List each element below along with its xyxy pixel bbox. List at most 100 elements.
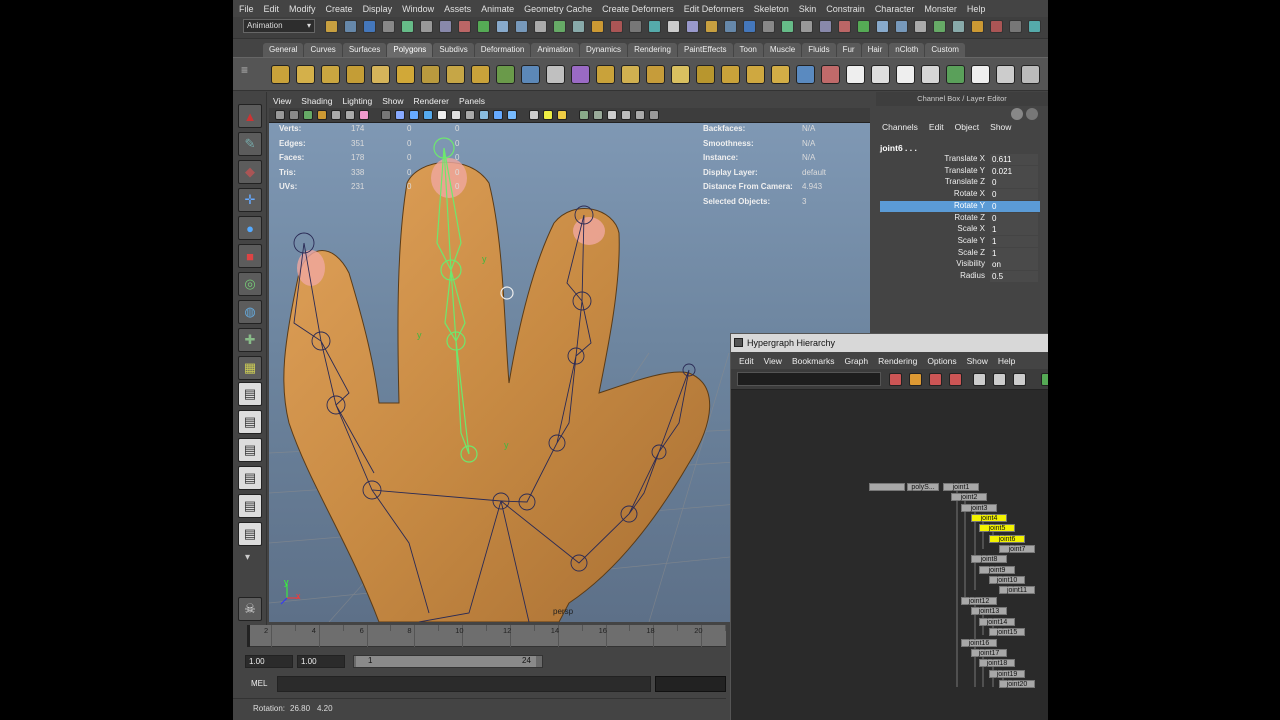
hierarchy-node[interactable]: joint16: [961, 639, 997, 647]
menu-file[interactable]: File: [239, 4, 254, 14]
four-view-icon[interactable]: ▤: [238, 410, 262, 434]
shelf-tool-icon[interactable]: [696, 65, 715, 84]
paint-select-icon[interactable]: ◆: [238, 160, 262, 184]
viewport-toolbar-icon[interactable]: [303, 110, 313, 120]
shelf-tool-icon[interactable]: [946, 65, 965, 84]
shelf-tool-icon[interactable]: [1021, 65, 1040, 84]
status-line-icon[interactable]: [952, 20, 965, 33]
viewport-toolbar-icon[interactable]: [409, 110, 419, 120]
single-view-icon[interactable]: ▤: [238, 382, 262, 406]
hierarchy-node[interactable]: joint18: [979, 659, 1015, 667]
hypergraph-menu-view[interactable]: View: [764, 356, 782, 366]
channel-value[interactable]: 0.5: [990, 271, 1038, 282]
status-line-icon[interactable]: [743, 20, 756, 33]
channel-row-translate-y[interactable]: Translate Y 0.021: [880, 165, 1040, 177]
menu-modify[interactable]: Modify: [289, 4, 316, 14]
viewport-menu-renderer[interactable]: Renderer: [414, 96, 449, 106]
status-line-icon[interactable]: [933, 20, 946, 33]
channel-box-menu-object[interactable]: Object: [955, 122, 980, 136]
menu-skeleton[interactable]: Skeleton: [754, 4, 789, 14]
menu-constrain[interactable]: Constrain: [826, 4, 865, 14]
select-tool-icon[interactable]: ▲: [238, 104, 262, 128]
shelf-tool-icon[interactable]: [646, 65, 665, 84]
shelf-tab-muscle[interactable]: Muscle: [763, 43, 802, 57]
status-line-icon[interactable]: [610, 20, 623, 33]
viewport-menu-shading[interactable]: Shading: [301, 96, 332, 106]
status-line-icon[interactable]: [800, 20, 813, 33]
viewport-toolbar-icon[interactable]: [543, 110, 553, 120]
move-tool-icon[interactable]: ✛: [238, 188, 262, 212]
hypergraph-toolbar-icon[interactable]: [909, 373, 922, 386]
shelf-tab-ncloth[interactable]: nCloth: [889, 43, 925, 57]
hypergraph-toolbar-icon[interactable]: [949, 373, 962, 386]
channel-row-scale-x[interactable]: Scale X 1: [880, 224, 1040, 236]
status-line-icon[interactable]: [914, 20, 927, 33]
viewport-toolbar-icon[interactable]: [359, 110, 369, 120]
shelf-tab-custom[interactable]: Custom: [925, 43, 965, 57]
shelf-tool-icon[interactable]: [671, 65, 690, 84]
menu-skin[interactable]: Skin: [799, 4, 817, 14]
channel-row-scale-y[interactable]: Scale Y 1: [880, 235, 1040, 247]
status-line-icon[interactable]: [534, 20, 547, 33]
status-line-icon[interactable]: [515, 20, 528, 33]
shelf-tool-icon[interactable]: [496, 65, 515, 84]
viewport-toolbar-icon[interactable]: [317, 110, 327, 120]
viewport-menu-lighting[interactable]: Lighting: [342, 96, 372, 106]
layer-icon[interactable]: [1011, 108, 1023, 120]
viewport-toolbar-icon[interactable]: [529, 110, 539, 120]
menu-create-deformers[interactable]: Create Deformers: [602, 4, 674, 14]
menu-help[interactable]: Help: [967, 4, 986, 14]
shelf-tool-icon[interactable]: [346, 65, 365, 84]
hierarchy-node[interactable]: joint12: [961, 597, 997, 605]
hierarchy-node[interactable]: joint3: [961, 504, 997, 512]
shelf-tab-general[interactable]: General: [263, 43, 304, 57]
shelf-tool-icon[interactable]: [521, 65, 540, 84]
mel-label[interactable]: MEL: [251, 679, 267, 688]
mode-selector[interactable]: Animation ▾: [243, 19, 315, 33]
status-line-icon[interactable]: [458, 20, 471, 33]
shelf-tab-curves[interactable]: Curves: [304, 43, 342, 57]
soft-mod-icon[interactable]: ◍: [238, 300, 262, 324]
shelf-tool-icon[interactable]: [821, 65, 840, 84]
channel-value[interactable]: on: [990, 259, 1038, 271]
layout-menu-chevron-icon[interactable]: ▾: [245, 552, 250, 563]
viewport-toolbar-icon[interactable]: [649, 110, 659, 120]
channel-value[interactable]: 0: [990, 212, 1038, 224]
viewport-toolbar-icon[interactable]: [345, 110, 355, 120]
status-line-icon[interactable]: [553, 20, 566, 33]
shelf-tab-subdivs[interactable]: Subdivs: [433, 43, 474, 57]
shelf-tool-icon[interactable]: [621, 65, 640, 84]
shelf-tool-icon[interactable]: [421, 65, 440, 84]
rotate-tool-icon[interactable]: ●: [238, 216, 262, 240]
shelf-tab-hair[interactable]: Hair: [861, 43, 889, 57]
shelf-tool-icon[interactable]: [371, 65, 390, 84]
monster-shelf-icon[interactable]: ☠: [238, 597, 262, 621]
shelf-tool-icon[interactable]: [971, 65, 990, 84]
status-line-icon[interactable]: [781, 20, 794, 33]
channel-row-visibility[interactable]: Visibility on: [880, 259, 1040, 271]
hierarchy-node[interactable]: joint15: [989, 628, 1025, 636]
shelf-tool-icon[interactable]: [896, 65, 915, 84]
viewport-toolbar-icon[interactable]: [381, 110, 391, 120]
show-manip-icon[interactable]: ✚: [238, 328, 262, 352]
hypergraph-menu-rendering[interactable]: Rendering: [878, 356, 917, 366]
status-line-icon[interactable]: [686, 20, 699, 33]
hypergraph-toolbar-icon[interactable]: [973, 373, 986, 386]
time-slider[interactable]: 2 4 6 8 10 12 14 16 18 20: [233, 625, 726, 653]
status-line-icon[interactable]: [895, 20, 908, 33]
status-line-icon[interactable]: [762, 20, 775, 33]
hypergraph-menu-options[interactable]: Options: [927, 356, 956, 366]
hypershade-layout-icon[interactable]: ▤: [238, 494, 262, 518]
viewport-toolbar-icon[interactable]: [607, 110, 617, 120]
menu-edit-deformers[interactable]: Edit Deformers: [684, 4, 744, 14]
viewport-toolbar-icon[interactable]: [557, 110, 567, 120]
shelf-tab-deformation[interactable]: Deformation: [474, 43, 531, 57]
channel-row-scale-z[interactable]: Scale Z 1: [880, 247, 1040, 259]
status-line-icon[interactable]: [420, 20, 433, 33]
channel-box-menu-edit[interactable]: Edit: [929, 122, 944, 136]
status-line-icon[interactable]: [591, 20, 604, 33]
shelf-tool-icon[interactable]: [746, 65, 765, 84]
status-line-icon[interactable]: [990, 20, 1003, 33]
channel-row-rotate-z[interactable]: Rotate Z 0: [880, 212, 1040, 224]
hypergraph-toolbar-icon[interactable]: [993, 373, 1006, 386]
